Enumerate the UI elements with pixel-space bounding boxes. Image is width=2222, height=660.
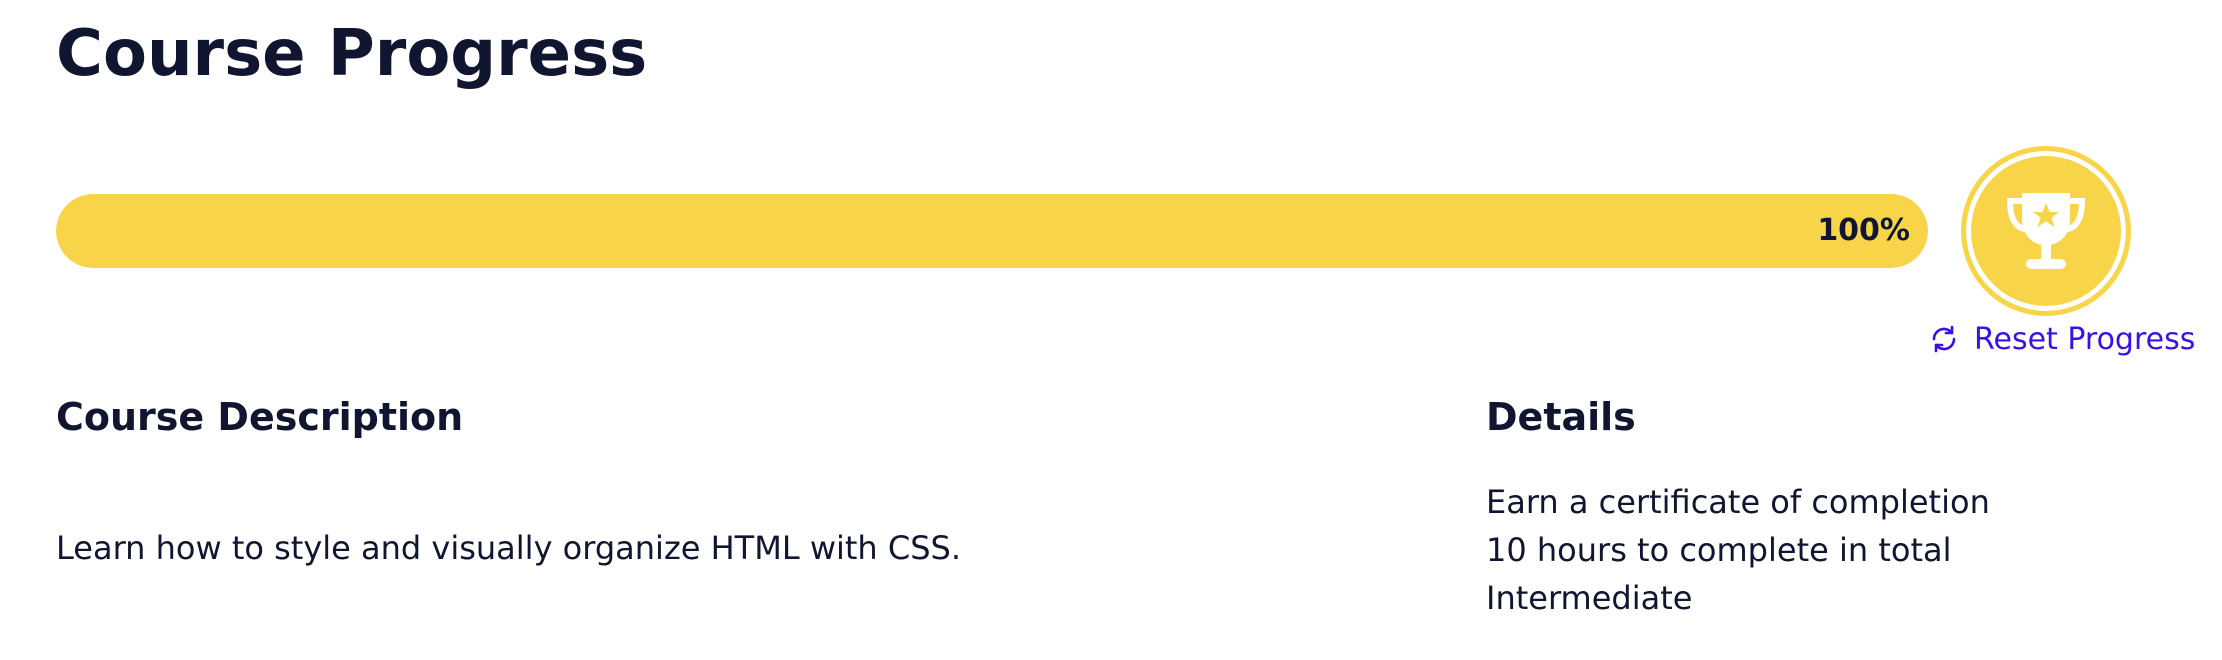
- reset-progress-label[interactable]: Reset Progress: [1974, 322, 2195, 357]
- course-description-heading: Course Description: [56, 395, 464, 439]
- page-title: Course Progress: [56, 17, 648, 91]
- progress-percent-label: 100%: [1817, 213, 1910, 248]
- trophy-icon: [2006, 193, 2086, 269]
- details-list: Earn a certificate of completion 10 hour…: [1486, 478, 1990, 622]
- details-heading: Details: [1486, 395, 1636, 439]
- course-description-text: Learn how to style and visually organize…: [56, 529, 962, 567]
- refresh-icon: [1928, 323, 1960, 355]
- reset-progress-link[interactable]: Reset Progress: [1928, 318, 2195, 360]
- details-item-certificate: Earn a certificate of completion: [1486, 483, 1990, 521]
- course-progress-page: Course Progress 100% Reset Progress Cour…: [0, 0, 2222, 660]
- trophy-badge: [1961, 146, 2131, 316]
- details-item-duration: 10 hours to complete in total: [1486, 531, 1952, 569]
- progress-bar-fill: [56, 194, 1928, 268]
- progress-bar: 100%: [56, 194, 1928, 268]
- details-item-level: Intermediate: [1486, 579, 1693, 617]
